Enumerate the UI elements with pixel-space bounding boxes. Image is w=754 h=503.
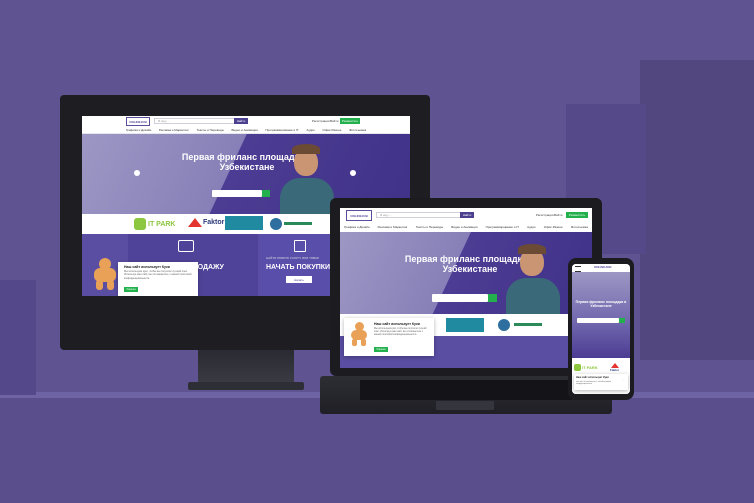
partner-text-logo	[514, 323, 542, 326]
cookie-title: Наш сайт использует Куки	[124, 265, 170, 269]
itpark-icon	[574, 364, 581, 371]
search-input[interactable]: Я ищу ...	[376, 212, 462, 218]
tile-right-subtitle: НАЙТИ ЛЮБУЮ УСЛУГУ ИЛИ ТОВАР	[266, 256, 320, 260]
hero-search-button[interactable]	[262, 190, 270, 197]
hero-search-button[interactable]	[619, 318, 625, 323]
category-item[interactable]: Фотосъемка	[571, 225, 588, 229]
category-item[interactable]: Программирование и IT	[265, 128, 298, 132]
monitor-stand	[198, 350, 294, 386]
hero-person-image	[498, 244, 568, 314]
tile-right-title: НАЧАТЬ ПОКУПКИ	[266, 264, 331, 271]
category-item[interactable]: Аудио	[306, 128, 314, 132]
category-item[interactable]: Реклама и Маркетинг	[378, 225, 408, 229]
cookie-text: Мы используем куки, чтобы вы получили лу…	[576, 380, 625, 386]
cookie-popup: Наш сайт использует Куки Мы используем к…	[344, 318, 434, 356]
category-item[interactable]: Видео и Анимация	[232, 128, 258, 132]
category-item[interactable]: Фотосъемка	[349, 128, 366, 132]
cookie-popup: Наш сайт использует Куки Мы используем к…	[574, 374, 628, 390]
hero-search-input[interactable]	[432, 294, 488, 302]
faktor-logo: Faktor	[188, 218, 224, 227]
cookie-popup: Наш сайт использует Куки Мы используем к…	[118, 262, 198, 296]
faktor-mountain-icon	[188, 218, 202, 227]
cookie-title: Наш сайт использует Куки	[374, 322, 420, 326]
monitor-foot	[188, 382, 304, 390]
partner-emblem	[270, 218, 282, 230]
category-item[interactable]: Тексты и Переводы	[416, 225, 443, 229]
itpark-logo: IT PARK	[574, 364, 598, 371]
itpark-icon	[134, 218, 146, 230]
search-button[interactable]: Найти	[234, 118, 248, 124]
cookie-accept-button[interactable]: Хорошо	[124, 287, 138, 292]
gingerbread-mascot-icon	[90, 258, 120, 290]
category-item[interactable]: Тексты и Переводы	[197, 128, 224, 132]
phone-screen: ONLINEJOB Первая фриланс площадка в Узбе…	[572, 264, 630, 394]
scene: { "site": { "logo": "ONLINEJOB", "search…	[0, 0, 754, 503]
search-input[interactable]: Я ищу ...	[154, 118, 244, 124]
category-nav: Графика и Дизайн Реклама и Маркетинг Тек…	[82, 126, 410, 134]
laptop-keyboard	[360, 380, 572, 400]
partner-banner	[225, 216, 263, 230]
site-logo[interactable]: ONLINEJOB	[346, 210, 372, 221]
laptop-trackpad	[436, 401, 494, 410]
hero-banner: Первая фриланс площадка в Узбекистане	[340, 232, 592, 314]
site-logo[interactable]: ONLINEJOB	[594, 265, 612, 269]
gingerbread-mascot-icon	[348, 322, 370, 346]
itpark-logo: IT PARK	[134, 218, 175, 230]
register-link[interactable]: Регистрация	[312, 119, 330, 123]
signin-link[interactable]: Войти	[554, 213, 562, 217]
site-logo[interactable]: ONLINEJOB	[126, 117, 150, 126]
faktor-logo: Faktor	[610, 363, 619, 372]
category-item[interactable]: Графика и Дизайн	[344, 225, 369, 229]
cookie-accept-button[interactable]: Хорошо	[374, 347, 388, 352]
handshake-icon	[178, 240, 194, 252]
background-wall-right	[640, 60, 754, 360]
cookie-text: Мы используем куки, чтобы вы получили лу…	[374, 328, 427, 336]
category-item[interactable]: Программирование и IT	[486, 225, 519, 229]
hero-next-arrow[interactable]	[350, 170, 356, 176]
category-item[interactable]: Офис-Разное	[544, 225, 563, 229]
hero-title: Первая фриланс площадка в Узбекистане	[575, 300, 627, 308]
hero-prev-arrow[interactable]	[134, 170, 140, 176]
post-button[interactable]: Разместить	[566, 212, 588, 218]
cookie-title: Наш сайт использует Куки	[576, 376, 609, 379]
hero-search-input[interactable]	[212, 190, 262, 197]
search-button[interactable]: Найти	[460, 212, 474, 218]
cookie-text: Мы используем куки, чтобы вы получили лу…	[124, 270, 192, 280]
laptop-screen: ONLINEJOB Я ищу ... Найти Регистрация Во…	[340, 208, 592, 368]
partner-text-logo	[284, 222, 312, 225]
hero-search-input[interactable]	[577, 318, 619, 323]
category-item[interactable]: Графика и Дизайн	[126, 128, 151, 132]
tile-right-button[interactable]: Начать	[286, 276, 312, 283]
category-item[interactable]: Реклама и Маркетинг	[159, 128, 189, 132]
hero-banner: Первая фриланс площадка в Узбекистане	[572, 272, 630, 358]
category-item[interactable]: Аудио	[527, 225, 535, 229]
hero-title-line2: Узбекистане	[590, 304, 612, 309]
shopping-bag-icon	[294, 240, 306, 252]
category-item[interactable]: Офис-Разное	[323, 128, 342, 132]
partner-banner	[446, 318, 484, 332]
pedestal-left	[0, 280, 36, 395]
register-link[interactable]: Регистрация	[536, 213, 554, 217]
post-button[interactable]: Разместить	[340, 118, 360, 124]
site-header: ONLINEJOB Я ищу ... Найти Регистрация Во…	[340, 208, 592, 223]
partner-emblem	[498, 319, 510, 331]
signin-link[interactable]: Войти	[330, 119, 338, 123]
partners-row: IT PARK Faktor Наш сайт использует Куки …	[572, 358, 630, 394]
hero-search-button[interactable]	[488, 294, 497, 302]
category-item[interactable]: Видео и Анимация	[451, 225, 477, 229]
